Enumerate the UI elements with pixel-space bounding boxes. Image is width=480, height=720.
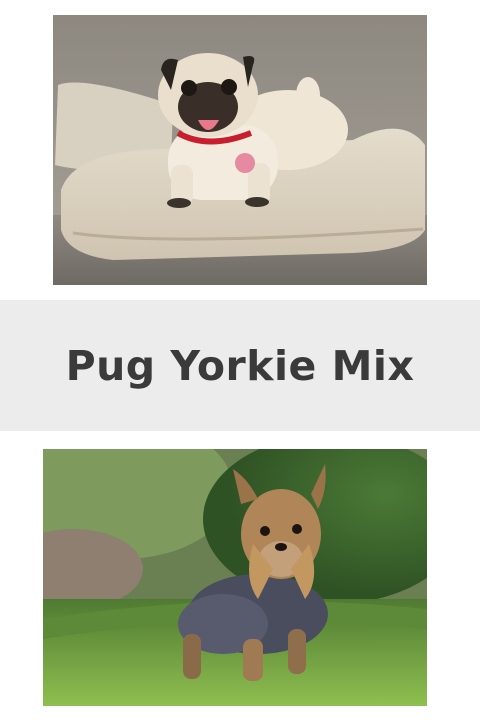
page-title: Pug Yorkie Mix: [65, 341, 415, 390]
yorkie-photo: [43, 449, 427, 706]
title-banner: Pug Yorkie Mix: [0, 300, 480, 431]
pug-photo: [53, 15, 427, 285]
